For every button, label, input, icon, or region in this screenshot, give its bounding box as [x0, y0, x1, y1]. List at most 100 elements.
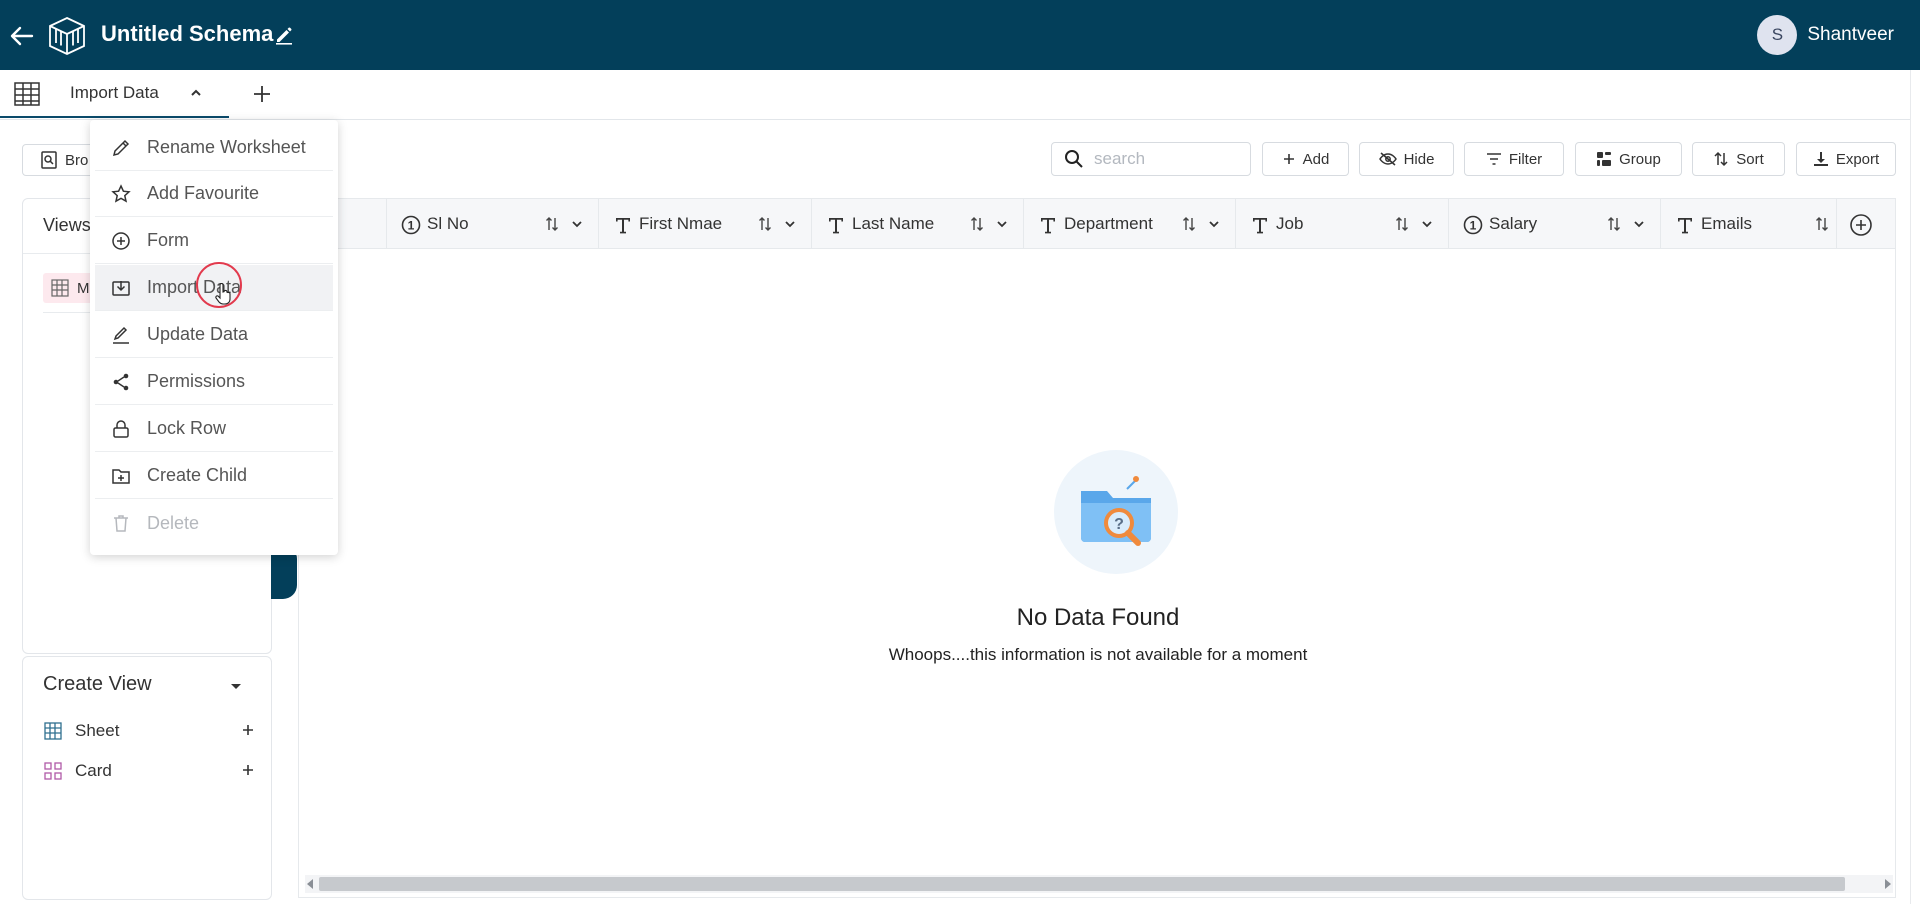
worksheet-context-menu: Rename Worksheet Add Favourite Form Impo… [90, 120, 338, 555]
views-title: Views [43, 215, 91, 235]
column-header[interactable]: First Nmae [599, 199, 812, 249]
folder-plus-icon [112, 468, 130, 484]
plus-icon[interactable] [239, 721, 257, 739]
sort-arrows-icon[interactable] [1394, 216, 1410, 232]
create-view-sheet[interactable]: Sheet [43, 717, 257, 745]
menu-item-label: Import Data [147, 277, 242, 297]
export-button[interactable]: Export [1796, 142, 1896, 176]
sort-label: Sort [1736, 150, 1764, 168]
menu-item-delete[interactable]: Delete [95, 500, 333, 546]
text-type-icon [1678, 218, 1692, 234]
sort-arrows-icon[interactable] [1181, 216, 1197, 232]
tab-import-data[interactable]: Import Data [0, 70, 229, 118]
plus-icon[interactable] [239, 761, 257, 779]
sort-arrows-icon[interactable] [544, 216, 560, 232]
chevron-down-icon[interactable] [1420, 217, 1434, 231]
trash-icon [114, 515, 128, 532]
app-logo-icon [46, 15, 88, 57]
menu-item-permissions[interactable]: Permissions [95, 359, 333, 405]
column-header[interactable]: 1 Sl No [387, 199, 599, 249]
column-label: Last Name [852, 214, 935, 233]
text-type-icon [829, 218, 843, 234]
star-icon [111, 183, 131, 203]
view-item-main[interactable]: M [43, 273, 95, 303]
scroll-right-icon[interactable] [1885, 879, 1891, 889]
edit-line-icon [113, 326, 129, 344]
menu-item-label: Rename Worksheet [147, 137, 306, 157]
view-item-label: M [77, 279, 90, 297]
column-label: Emails [1701, 214, 1753, 233]
column-label: Salary [1489, 214, 1538, 233]
chevron-down-icon[interactable] [783, 217, 797, 231]
menu-item-label: Lock Row [147, 418, 227, 438]
column-header[interactable]: Department [1024, 199, 1236, 249]
add-column-plus-circle-icon[interactable] [1849, 213, 1873, 237]
filter-label: Filter [1508, 150, 1543, 168]
menu-item-create-child[interactable]: Create Child [95, 453, 333, 499]
create-view-card[interactable]: Card [43, 757, 257, 785]
group-label: Group [1619, 150, 1661, 168]
import-icon [112, 280, 130, 296]
column-label: Department [1064, 214, 1153, 233]
chevron-down-icon[interactable] [570, 217, 584, 231]
menu-item-update-data[interactable]: Update Data [95, 312, 333, 358]
column-header[interactable]: Last Name [812, 199, 1024, 249]
group-icon [1597, 152, 1612, 166]
sort-arrows-icon[interactable] [1606, 216, 1622, 232]
search-icon [1065, 150, 1083, 168]
menu-item-add-favourite[interactable]: Add Favourite [95, 171, 333, 217]
scroll-left-icon[interactable] [307, 879, 313, 889]
column-label: Sl No [427, 214, 469, 233]
column-header[interactable]: Job [1236, 199, 1449, 249]
sort-arrows-icon[interactable] [969, 216, 985, 232]
menu-item-label: Delete [147, 512, 200, 533]
user-name: Shantveer [1807, 24, 1894, 45]
svg-text:1: 1 [408, 219, 415, 233]
column-label: First Nmae [639, 214, 723, 233]
menu-item-label: Create Child [147, 465, 248, 485]
add-button[interactable]: Add [1262, 142, 1349, 176]
add-worksheet-plus-icon[interactable] [250, 82, 274, 106]
column-header[interactable]: 1 Salary [1449, 199, 1661, 249]
tab-label: Import Data [70, 83, 159, 102]
chevron-down-icon[interactable] [1632, 217, 1646, 231]
sort-arrows-icon[interactable] [757, 216, 773, 232]
back-arrow-icon[interactable] [8, 22, 36, 50]
chevron-down-icon[interactable] [995, 217, 1009, 231]
table-grid-icon [14, 82, 40, 106]
hide-button[interactable]: Hide [1359, 142, 1454, 176]
user-menu[interactable]: S Shantveer [1757, 15, 1894, 55]
menu-item-lock-row[interactable]: Lock Row [95, 406, 333, 452]
caret-up-icon[interactable] [189, 86, 203, 100]
browse-label: Bro [65, 151, 89, 169]
search-box[interactable] [1051, 142, 1251, 176]
chevron-down-icon[interactable] [227, 677, 245, 695]
top-bar: Untitled Schema S Shantveer [0, 0, 1920, 70]
export-label: Export [1835, 150, 1880, 168]
menu-item-rename-worksheet[interactable]: Rename Worksheet [95, 125, 333, 171]
search-input[interactable] [1094, 149, 1234, 169]
number-type-icon: 1 [401, 215, 421, 235]
sort-button[interactable]: Sort [1692, 142, 1785, 176]
filter-button[interactable]: Filter [1464, 142, 1564, 176]
group-button[interactable]: Group [1575, 142, 1682, 176]
menu-item-import-data[interactable]: Import Data [95, 265, 333, 311]
chevron-down-icon[interactable] [1207, 217, 1221, 231]
schema-title: Untitled Schema [101, 21, 274, 46]
horizontal-scrollbar[interactable] [305, 875, 1893, 893]
edit-title-pencil-icon[interactable] [274, 25, 294, 45]
text-type-icon [1041, 218, 1055, 234]
plus-icon [1283, 154, 1294, 164]
scrollbar-thumb[interactable] [319, 877, 1845, 891]
sort-arrows-icon[interactable] [1814, 216, 1830, 232]
menu-item-label: Add Favourite [147, 183, 260, 203]
filter-icon [1486, 153, 1501, 165]
number-type-icon: 1 [1463, 215, 1483, 235]
empty-state-title: No Data Found [1016, 604, 1180, 631]
menu-item-form[interactable]: Form [95, 218, 333, 264]
grid-header: 1 Sl No First Nmae Last Name Department … [299, 199, 1895, 249]
download-icon [1813, 152, 1828, 166]
lock-icon [113, 419, 129, 438]
create-view-item-label: Card [75, 761, 112, 780]
column-header[interactable]: Emails [1661, 199, 1837, 249]
